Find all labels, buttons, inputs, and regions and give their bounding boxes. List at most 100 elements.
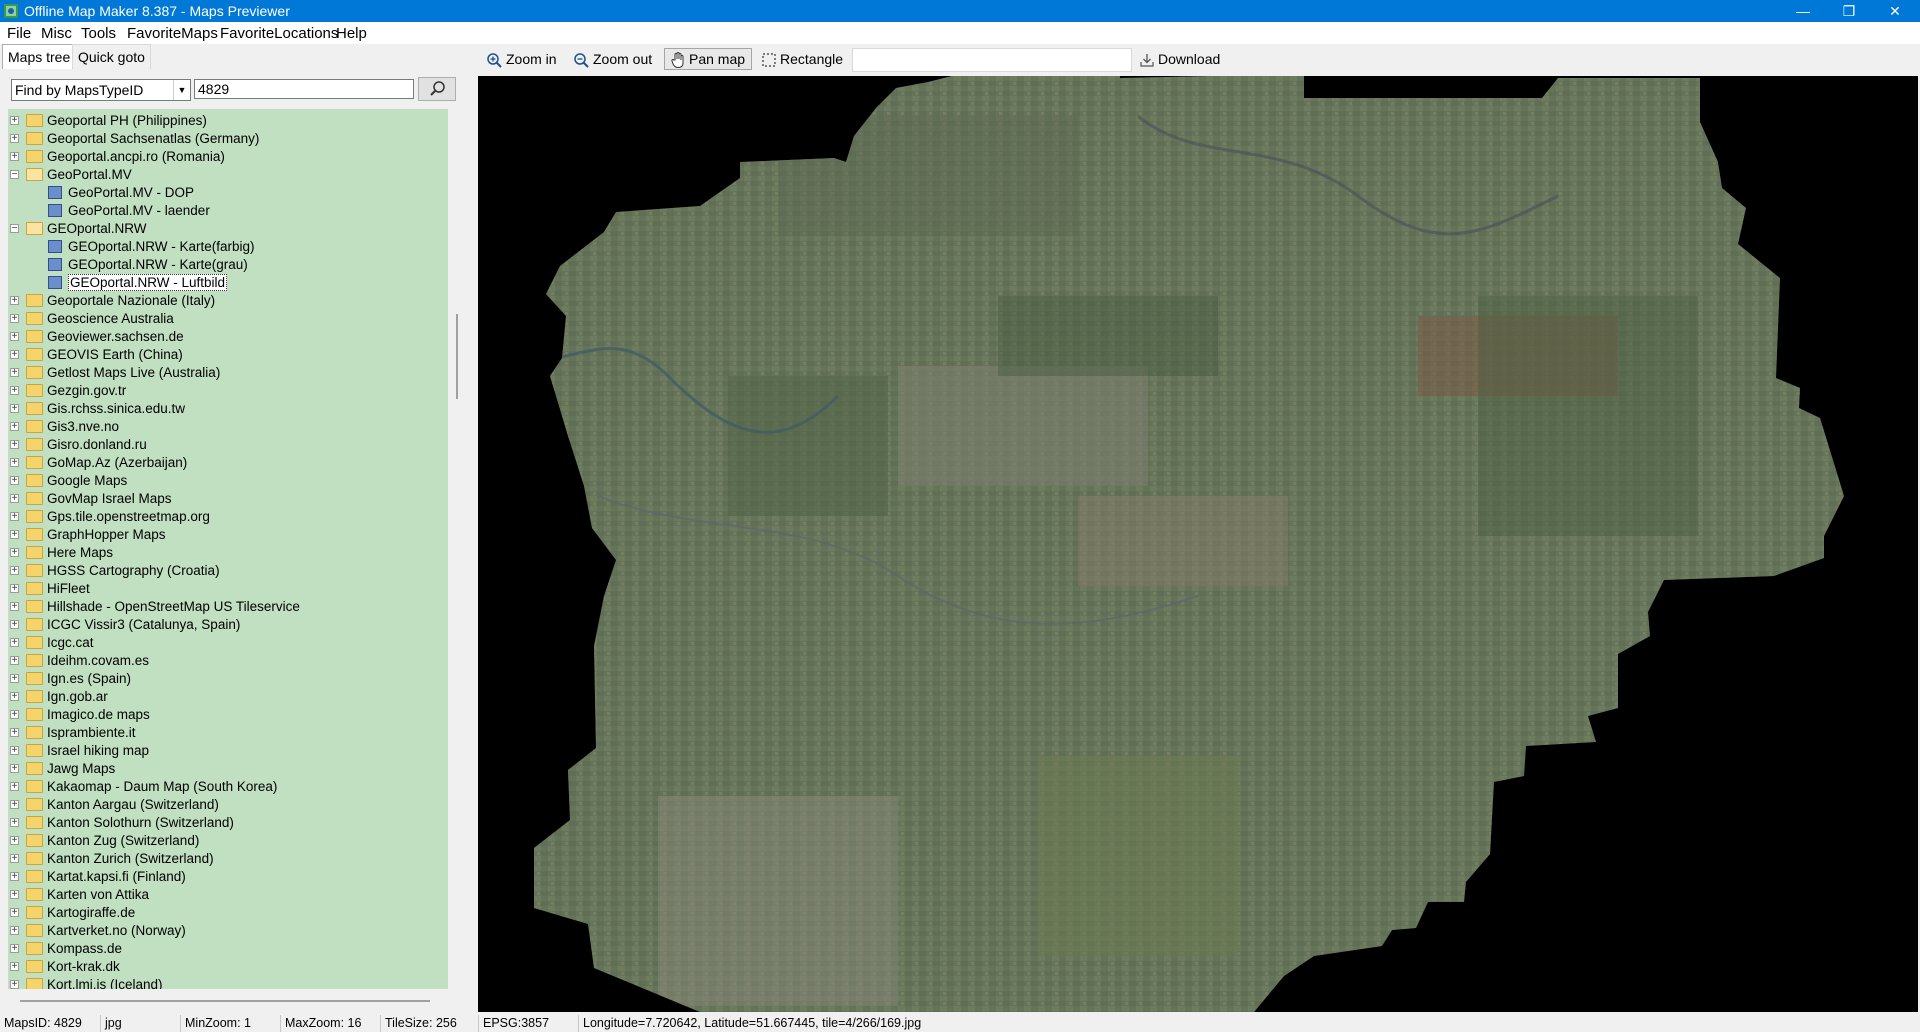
tree-item[interactable]: + Geoportale Nazionale (Italy) bbox=[8, 292, 448, 310]
expand-icon[interactable]: + bbox=[10, 440, 19, 450]
expand-icon[interactable]: + bbox=[10, 494, 19, 504]
expand-icon[interactable]: + bbox=[10, 602, 19, 612]
tree-scroll-thumb[interactable] bbox=[456, 314, 458, 399]
expand-icon[interactable]: + bbox=[10, 746, 19, 756]
tree-item[interactable]: GeoPortal.MV - DOP bbox=[8, 184, 448, 202]
expand-icon[interactable]: + bbox=[10, 908, 19, 918]
expand-icon[interactable]: + bbox=[10, 134, 19, 144]
expand-icon[interactable]: + bbox=[10, 782, 19, 792]
tree-item[interactable]: + Imagico.de maps bbox=[8, 706, 448, 724]
tree-vertical-scrollbar[interactable] bbox=[452, 109, 468, 989]
search-button[interactable] bbox=[418, 77, 456, 101]
tree-item[interactable]: + Geoviewer.sachsen.de bbox=[8, 328, 448, 346]
tree-item[interactable]: + Google Maps bbox=[8, 472, 448, 490]
menu-misc[interactable]: Misc bbox=[41, 25, 72, 42]
expand-icon[interactable]: + bbox=[10, 836, 19, 846]
tree-item[interactable]: + Geoportal.ancpi.ro (Romania) bbox=[8, 148, 448, 166]
expand-icon[interactable]: + bbox=[10, 350, 19, 360]
expand-icon[interactable]: + bbox=[10, 926, 19, 936]
expand-icon[interactable]: + bbox=[10, 764, 19, 774]
menu-help[interactable]: Help bbox=[336, 25, 367, 42]
expand-icon[interactable]: + bbox=[10, 116, 19, 126]
tree-item[interactable]: + Ign.es (Spain) bbox=[8, 670, 448, 688]
tree-item[interactable]: − GEOportal.NRW bbox=[8, 220, 448, 238]
tree-item[interactable]: + Icgc.cat bbox=[8, 634, 448, 652]
tree-item[interactable]: GeoPortal.MV - laender bbox=[8, 202, 448, 220]
zoom-in-button[interactable]: Zoom in bbox=[486, 49, 557, 69]
tab-maps-tree[interactable]: Maps tree bbox=[2, 44, 77, 69]
tree-item[interactable]: + HGSS Cartography (Croatia) bbox=[8, 562, 448, 580]
expand-icon[interactable]: + bbox=[10, 368, 19, 378]
minimize-button[interactable]: — bbox=[1780, 0, 1826, 22]
tree-item[interactable]: + Getlost Maps Live (Australia) bbox=[8, 364, 448, 382]
collapse-icon[interactable]: − bbox=[10, 170, 19, 180]
maps-tree[interactable]: + Geoportal PH (Philippines) + Geoportal Sa… bbox=[8, 109, 448, 989]
maximize-button[interactable]: ❐ bbox=[1826, 0, 1872, 22]
tree-item[interactable]: + Kartogiraffe.de bbox=[8, 904, 448, 922]
expand-icon[interactable]: + bbox=[10, 386, 19, 396]
menu-tools[interactable]: Tools bbox=[81, 25, 116, 42]
tree-item[interactable]: + Gisro.donland.ru bbox=[8, 436, 448, 454]
collapse-icon[interactable]: − bbox=[10, 224, 19, 234]
expand-icon[interactable]: + bbox=[10, 458, 19, 468]
expand-icon[interactable]: + bbox=[10, 530, 19, 540]
expand-icon[interactable]: + bbox=[10, 584, 19, 594]
tree-horizontal-scrollbar[interactable] bbox=[20, 1000, 430, 1002]
tree-item[interactable]: + Ideihm.covam.es bbox=[8, 652, 448, 670]
expand-icon[interactable]: + bbox=[10, 890, 19, 900]
tree-item[interactable]: + Karten von Attika bbox=[8, 886, 448, 904]
map-canvas[interactable] bbox=[478, 76, 1918, 1012]
tree-item[interactable]: + Kanton Aargau (Switzerland) bbox=[8, 796, 448, 814]
tree-item[interactable]: + Kort-krak.dk bbox=[8, 958, 448, 976]
zoom-out-button[interactable]: Zoom out bbox=[573, 49, 652, 69]
expand-icon[interactable]: + bbox=[10, 422, 19, 432]
close-button[interactable]: ✕ bbox=[1872, 0, 1918, 22]
expand-icon[interactable]: + bbox=[10, 404, 19, 414]
tree-item[interactable]: + Gis.rchss.sinica.edu.tw bbox=[8, 400, 448, 418]
rectangle-button[interactable]: Rectangle bbox=[762, 49, 843, 69]
tree-item[interactable]: + Gezgin.gov.tr bbox=[8, 382, 448, 400]
pan-map-button[interactable]: Pan map bbox=[664, 48, 753, 70]
tree-item[interactable]: + Isprambiente.it bbox=[8, 724, 448, 742]
menu-file[interactable]: File bbox=[7, 25, 31, 42]
expand-icon[interactable]: + bbox=[10, 566, 19, 576]
chevron-down-icon[interactable]: ▼ bbox=[173, 80, 190, 100]
tree-item[interactable]: + Hillshade - OpenStreetMap US Tileservic… bbox=[8, 598, 448, 616]
tab-quick-goto[interactable]: Quick goto bbox=[72, 44, 151, 69]
tree-item[interactable]: + Kanton Zurich (Switzerland) bbox=[8, 850, 448, 868]
expand-icon[interactable]: + bbox=[10, 512, 19, 522]
tree-item[interactable]: + Kort.lmi.is (Iceland) bbox=[8, 976, 448, 989]
expand-icon[interactable]: + bbox=[10, 656, 19, 666]
expand-icon[interactable]: + bbox=[10, 314, 19, 324]
expand-icon[interactable]: + bbox=[10, 710, 19, 720]
tree-item[interactable]: + Kartat.kapsi.fi (Finland) bbox=[8, 868, 448, 886]
find-mode-select[interactable]: Find by MapsTypeID ▼ bbox=[11, 79, 191, 101]
expand-icon[interactable]: + bbox=[10, 800, 19, 810]
tree-item[interactable]: + Kanton Solothurn (Switzerland) bbox=[8, 814, 448, 832]
tree-item[interactable]: + HiFleet bbox=[8, 580, 448, 598]
tree-item[interactable]: + GEOVIS Earth (China) bbox=[8, 346, 448, 364]
expand-icon[interactable]: + bbox=[10, 476, 19, 486]
tree-item[interactable]: + Gps.tile.openstreetmap.org bbox=[8, 508, 448, 526]
tree-item[interactable]: + Geoscience Australia bbox=[8, 310, 448, 328]
menu-favoritemaps[interactable]: FavoriteMaps bbox=[127, 25, 218, 42]
expand-icon[interactable]: + bbox=[10, 980, 19, 989]
tree-item[interactable]: + Kompass.de bbox=[8, 940, 448, 958]
tree-item[interactable]: + GovMap Israel Maps bbox=[8, 490, 448, 508]
tree-item[interactable]: + Kartverket.no (Norway) bbox=[8, 922, 448, 940]
tree-item[interactable]: + Gis3.nve.no bbox=[8, 418, 448, 436]
expand-icon[interactable]: + bbox=[10, 944, 19, 954]
tree-item[interactable]: + Here Maps bbox=[8, 544, 448, 562]
download-button[interactable]: Download bbox=[1140, 49, 1220, 69]
tree-item[interactable]: + Geoportal PH (Philippines) bbox=[8, 112, 448, 130]
expand-icon[interactable]: + bbox=[10, 728, 19, 738]
tree-item[interactable]: + Ign.gob.ar bbox=[8, 688, 448, 706]
expand-icon[interactable]: + bbox=[10, 548, 19, 558]
expand-icon[interactable]: + bbox=[10, 854, 19, 864]
tree-item[interactable]: − GeoPortal.MV bbox=[8, 166, 448, 184]
expand-icon[interactable]: + bbox=[10, 296, 19, 306]
expand-icon[interactable]: + bbox=[10, 674, 19, 684]
expand-icon[interactable]: + bbox=[10, 620, 19, 630]
tree-item[interactable]: + Geoportal Sachsenatlas (Germany) bbox=[8, 130, 448, 148]
tree-item[interactable]: GEOportal.NRW - Karte(farbig) bbox=[8, 238, 448, 256]
